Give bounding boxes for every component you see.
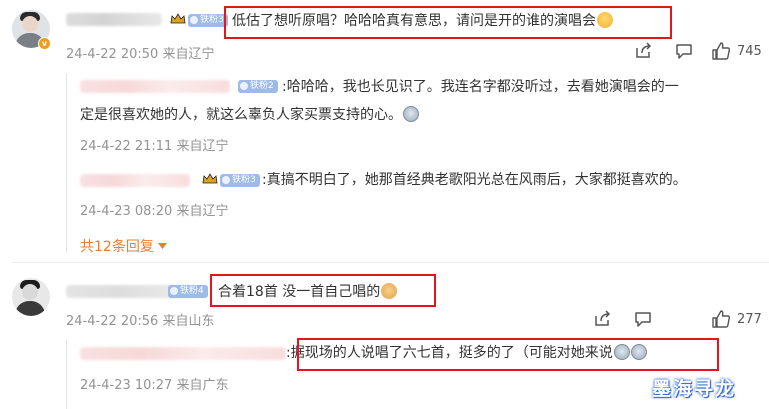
reply-text-continued: 定是很喜欢她的人，就这么辜负人家买票支持的心。	[80, 105, 419, 125]
comment-icon[interactable]	[674, 42, 694, 60]
highlight-box	[210, 274, 436, 307]
reply-thread-line	[66, 340, 67, 409]
avatar-face	[22, 16, 38, 32]
avatar-body	[15, 301, 45, 316]
thumbs-up-icon[interactable]	[711, 310, 731, 328]
avatar[interactable]	[12, 278, 50, 316]
comment-time-location: 24-4-22 20:56 来自山东	[66, 314, 215, 329]
fan-badge-icon	[190, 16, 198, 24]
avatar-face	[22, 284, 38, 300]
like-count: 745	[737, 44, 762, 59]
fan-badge: 铁粉2	[238, 80, 278, 93]
highlight-box	[224, 6, 672, 39]
fan-badge-icon	[240, 82, 248, 90]
share-icon[interactable]	[633, 42, 653, 60]
more-replies-link[interactable]: 共12条回复	[80, 236, 168, 256]
thumbs-up-icon[interactable]	[711, 42, 731, 60]
caret-down-icon	[158, 243, 168, 249]
reply-time-location: 24-4-22 21:11 来自辽宁	[80, 139, 229, 154]
reply-username-blurred[interactable]	[80, 80, 230, 93]
crown-icon	[170, 13, 186, 24]
highlight-box	[297, 338, 719, 371]
fan-badge-icon	[170, 287, 178, 295]
reply-time-location: 24-4-23 10:27 来自广东	[80, 378, 229, 393]
crying-emoji-icon	[403, 106, 419, 122]
reply-thread-line	[66, 73, 67, 253]
fan-badge-icon	[222, 176, 230, 184]
fan-badge: 铁粉3	[220, 174, 260, 187]
like-count: 277	[737, 312, 762, 327]
comment-icon[interactable]	[633, 310, 653, 328]
reply-text: :真搞不明白了，她那首经典老歌阳光总在风雨后，大家都挺喜欢的。	[262, 172, 687, 188]
watermark: 墨海寻龙	[652, 378, 737, 400]
comment-divider	[12, 262, 769, 263]
fan-badge: 铁粉3	[188, 14, 228, 27]
reply-text: :哈哈哈，我也长见识了。我连名字都没听过，去看她演唱会的一	[282, 79, 679, 95]
reply-time-location: 24-4-23 08:20 来自辽宁	[80, 204, 229, 219]
username-blurred[interactable]	[66, 13, 162, 26]
share-icon[interactable]	[592, 310, 612, 328]
reply-username-blurred[interactable]	[80, 174, 190, 187]
crown-icon	[202, 173, 218, 184]
reply-username-blurred[interactable]	[80, 347, 286, 360]
verified-badge-icon: v	[38, 37, 51, 50]
comment-time-location: 24-4-22 20:50 来自辽宁	[66, 47, 215, 62]
fan-badge: 铁粉4	[168, 285, 208, 298]
